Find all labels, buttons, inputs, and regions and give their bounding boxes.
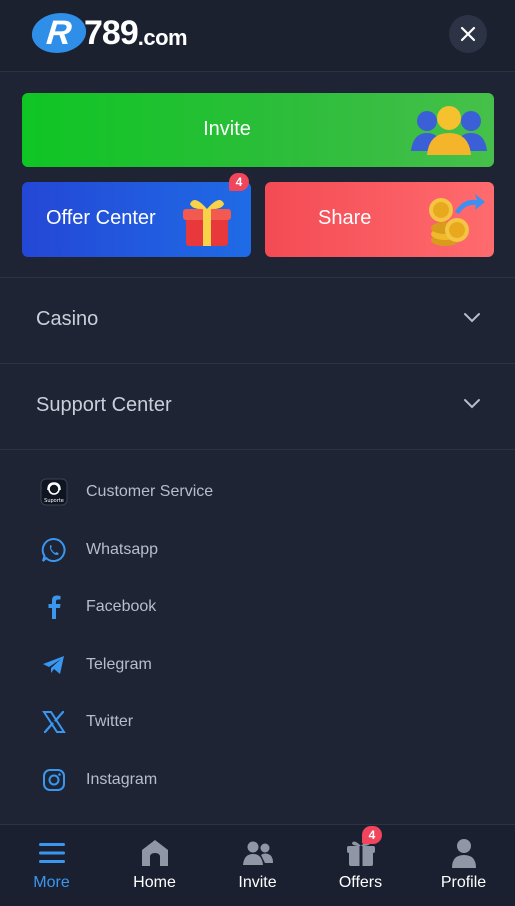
tab-invite-label: Invite — [238, 874, 277, 891]
profile-icon — [448, 837, 480, 869]
telegram-link[interactable]: Telegram — [0, 639, 515, 689]
users-icon — [242, 837, 274, 869]
whatsapp-link[interactable]: Whatsapp — [0, 524, 515, 574]
top-header: R 789 .com — [0, 0, 515, 72]
offers-count-badge: 4 — [362, 826, 382, 844]
facebook-link[interactable]: Facebook — [0, 581, 515, 631]
gift-box-icon — [183, 200, 231, 246]
instagram-label: Instagram — [86, 771, 158, 788]
share-label: Share — [318, 207, 372, 229]
invite-banner-label: Invite — [203, 118, 251, 140]
casino-accordion[interactable]: Casino — [0, 277, 515, 363]
tab-profile[interactable]: Profile — [412, 825, 515, 906]
customer-service-link[interactable]: Suporte Customer Service — [0, 466, 515, 516]
support-icon-text: Suporte — [44, 498, 64, 504]
offer-center-card[interactable]: Offer Center 4 — [22, 173, 251, 257]
close-button[interactable] — [449, 15, 487, 53]
tab-more[interactable]: More — [0, 825, 103, 906]
facebook-icon — [40, 593, 68, 621]
twitter-label: Twitter — [86, 713, 134, 730]
casino-label: Casino — [36, 308, 99, 330]
logo-suffix: .com — [137, 25, 188, 50]
site-logo[interactable]: R 789 .com — [29, 12, 188, 54]
section-divider — [0, 449, 515, 450]
close-icon — [460, 26, 476, 42]
logo-digits: 789 — [84, 13, 139, 52]
offer-center-label: Offer Center — [46, 207, 156, 229]
facebook-label: Facebook — [86, 598, 157, 615]
home-icon — [139, 837, 171, 869]
tab-profile-label: Profile — [440, 874, 487, 891]
instagram-link[interactable]: Instagram — [0, 754, 515, 804]
chevron-down-icon — [464, 399, 480, 409]
telegram-icon — [40, 651, 68, 679]
tab-offers[interactable]: 4 Offers — [309, 825, 412, 906]
tab-more-label: More — [33, 874, 70, 891]
customer-service-label: Customer Service — [86, 483, 214, 500]
telegram-label: Telegram — [86, 656, 152, 673]
tab-invite[interactable]: Invite — [206, 825, 309, 906]
offer-count-badge: 4 — [229, 173, 249, 191]
bottom-tab-bar: More Home Invite 4 Offers Profile — [0, 824, 515, 906]
headset-icon: Suporte — [40, 478, 68, 506]
invite-banner[interactable]: Invite — [22, 93, 494, 167]
twitter-link[interactable]: Twitter — [0, 696, 515, 746]
support-center-label: Support Center — [36, 394, 172, 416]
x-twitter-icon — [40, 708, 68, 736]
whatsapp-label: Whatsapp — [86, 541, 159, 558]
menu-icon — [36, 837, 68, 869]
chevron-down-icon — [464, 313, 480, 323]
whatsapp-icon — [40, 536, 68, 564]
tab-home-label: Home — [133, 874, 176, 891]
logo-r-mark: R — [29, 13, 89, 53]
tab-offers-label: Offers — [338, 874, 383, 891]
support-center-accordion[interactable]: Support Center — [0, 363, 515, 449]
coins-share-icon — [429, 194, 485, 246]
users-group-icon — [411, 106, 487, 155]
tab-home[interactable]: Home — [103, 825, 206, 906]
share-card[interactable]: Share — [265, 182, 494, 257]
instagram-icon — [40, 766, 68, 794]
